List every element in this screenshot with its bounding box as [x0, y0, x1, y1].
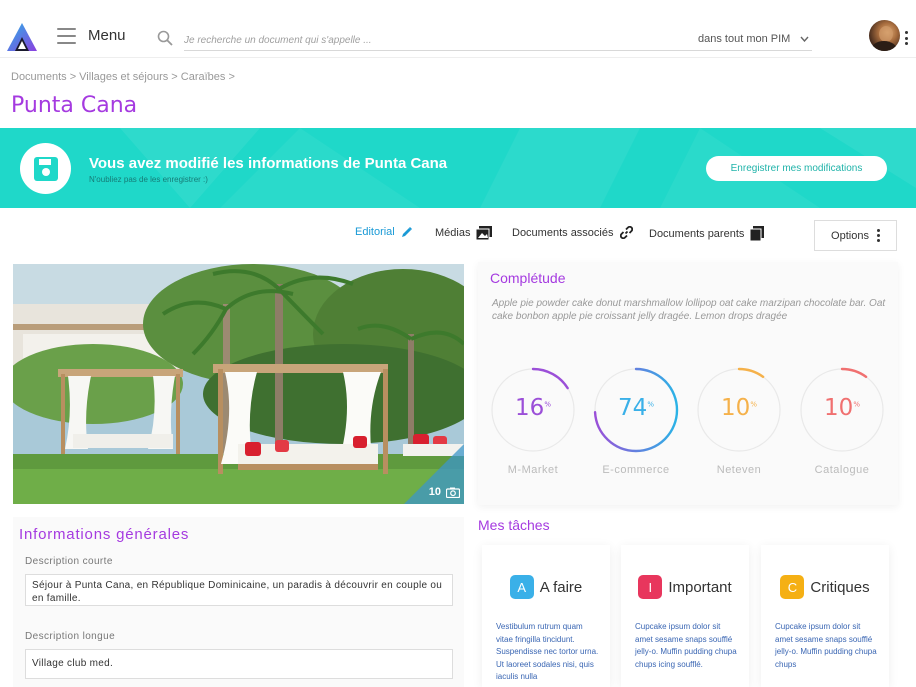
completion-gauge-catalogue: 10% Catalogue	[797, 365, 887, 476]
completude-description: Apple pie powder cake donut marshmallow …	[492, 298, 886, 322]
user-avatar[interactable]	[869, 20, 900, 51]
breadcrumb[interactable]: Documents > Villages et séjours > Caraïb…	[11, 71, 235, 83]
task-name: Important	[668, 578, 732, 596]
search-icon[interactable]	[157, 30, 173, 51]
task-header: A A faire	[482, 575, 610, 599]
gauge-value: 74%	[618, 395, 654, 421]
tab-label: Documents associés	[512, 226, 614, 239]
photo-count: 10	[428, 486, 441, 498]
gauge-label: M-Market	[507, 464, 559, 476]
long-description-label: Description longue	[25, 631, 116, 642]
images-icon	[476, 226, 493, 240]
task-header: C Critiques	[761, 575, 889, 599]
long-description-field[interactable]: Village club med.	[25, 649, 453, 679]
save-icon-circle	[20, 143, 71, 194]
tab-label: Editorial	[355, 226, 395, 238]
tab-editorial[interactable]: Editorial	[355, 226, 413, 238]
task-card-a-faire[interactable]: A A faire Vestibulum rutrum quam vitae fri…	[482, 545, 610, 687]
floppy-disk-icon	[33, 156, 58, 181]
photo-count-badge[interactable]: 10	[429, 486, 460, 498]
gauge-label: Catalogue	[814, 464, 870, 476]
options-button[interactable]: Options	[814, 220, 897, 251]
more-vert-icon	[876, 229, 880, 242]
options-label: Options	[831, 229, 869, 242]
search-scope-select[interactable]: dans tout mon PIM	[698, 33, 809, 45]
task-name: A faire	[539, 578, 583, 596]
task-badge: C	[780, 575, 805, 599]
save-changes-button[interactable]: Enregistrer mes modifications	[706, 156, 887, 181]
menu-button[interactable]: Menu	[57, 27, 126, 44]
app-logo[interactable]	[6, 22, 38, 52]
hamburger-icon	[57, 27, 76, 44]
page-title: Punta Cana	[11, 93, 138, 118]
completion-gauge-m-market: 16% M-Market	[488, 365, 578, 476]
tab-label: Médias	[435, 227, 471, 239]
hero-image[interactable]: 10	[13, 264, 464, 504]
task-description: Vestibulum rutrum quam vitae fringilla t…	[496, 622, 599, 681]
gauge-value: 10%	[824, 395, 860, 421]
completion-gauge-e-commerce: 74% E-commerce	[591, 365, 681, 476]
tab-medias[interactable]: Médias	[435, 226, 493, 240]
more-vert-icon[interactable]	[904, 31, 908, 45]
link-icon	[619, 226, 633, 239]
gauge-value: 16%	[515, 395, 551, 421]
resort-photo	[13, 264, 464, 504]
task-description: Cupcake ipsum dolor sit amet sesame snap…	[775, 622, 877, 669]
task-card-important[interactable]: I Important Cupcake ipsum dolor sit amet s…	[621, 545, 749, 687]
task-name: Critiques	[810, 578, 870, 596]
gauge-value: 10%	[721, 395, 757, 421]
camera-icon	[446, 487, 460, 498]
gauge-label: E-commerce	[602, 464, 670, 476]
banner-title: Vous avez modifié les informations de Pu…	[89, 155, 448, 172]
task-header: I Important	[621, 575, 749, 599]
pencil-icon	[401, 227, 412, 237]
task-badge: A	[509, 575, 534, 599]
menu-label: Menu	[88, 27, 126, 44]
top-bar: Menu dans tout mon PIM	[0, 0, 916, 58]
tasks-title: Mes tâches	[478, 517, 550, 533]
completude-card: Complétude Apple pie powder cake donut m…	[478, 262, 898, 505]
short-description-label: Description courte	[25, 556, 113, 567]
completude-title: Complétude	[490, 270, 566, 286]
search-scope-label: dans tout mon PIM	[698, 33, 791, 45]
chevron-down-icon	[800, 36, 809, 42]
banner-subtitle: N'oubliez pas de les enregistrer :)	[89, 175, 208, 184]
general-info-title: Informations générales	[19, 526, 190, 543]
tab-label: Documents parents	[649, 227, 745, 240]
task-badge: I	[638, 575, 663, 599]
task-card-critiques[interactable]: C Critiques Cupcake ipsum dolor sit amet s…	[761, 545, 889, 687]
tab-documents-parents[interactable]: Documents parents	[649, 226, 765, 241]
short-description-field[interactable]: Séjour à Punta Cana, en République Domin…	[25, 574, 453, 606]
tab-documents-associes[interactable]: Documents associés	[512, 226, 633, 239]
general-info-card: Informations générales Description court…	[13, 517, 464, 687]
gauge-label: Neteven	[716, 464, 762, 476]
unsaved-changes-banner: Vous avez modifié les informations de Pu…	[0, 128, 916, 208]
task-description: Cupcake ipsum dolor sit amet sesame snap…	[635, 622, 737, 669]
completion-gauge-neteven: 10% Neteven	[694, 365, 784, 476]
documents-icon	[750, 226, 765, 241]
